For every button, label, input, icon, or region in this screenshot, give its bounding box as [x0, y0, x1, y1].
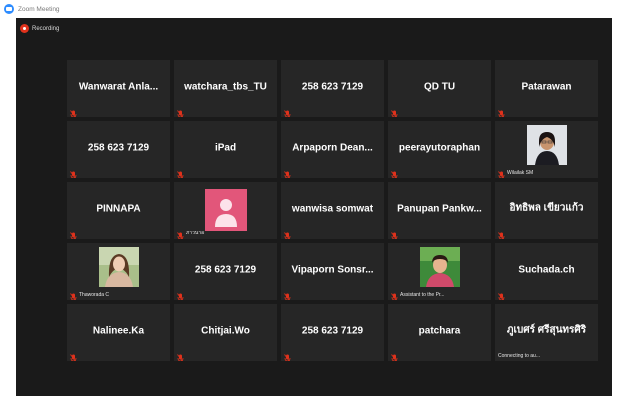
participant-tile[interactable]: ภูเบศร์ ศรีสุนทรศิริ Connecting to au...: [495, 304, 598, 361]
participant-name: 258 623 7129: [194, 263, 257, 275]
participant-tile[interactable]: 258 623 7129: [281, 60, 384, 117]
participant-name: Chitjai.Wo: [201, 324, 250, 336]
participant-name: peerayutoraphan: [398, 141, 481, 153]
participant-name: 258 623 7129: [301, 324, 364, 336]
recording-indicator[interactable]: Recording: [20, 24, 59, 33]
mic-muted-icon: [284, 106, 291, 117]
mic-muted-icon: [391, 167, 398, 178]
participant-name: patchara: [418, 324, 461, 336]
participant-tile[interactable]: QD TU: [388, 60, 491, 117]
participant-name: Arpaporn Dean...: [292, 141, 373, 153]
mic-muted-icon: [70, 106, 77, 117]
participant-name: ภูเบศร์ ศรีสุนทรศิริ: [506, 324, 587, 335]
participant-name: Vipaporn Sonsr...: [291, 263, 374, 275]
recording-label: Recording: [32, 25, 60, 32]
mic-muted-icon: [284, 167, 291, 178]
participant-tile[interactable]: PINNAPA: [67, 182, 170, 239]
mic-muted-icon: [177, 228, 184, 239]
participant-label: Wilailak SM: [507, 170, 534, 176]
participant-tile[interactable]: Nalinee.Ka: [67, 304, 170, 361]
mic-muted-icon: [284, 228, 291, 239]
gallery-grid: Wanwarat Anla... watchara_tbs_TU 258 623 7…: [67, 60, 598, 361]
participant-name: Panupan Pankw...: [397, 202, 482, 214]
participant-video: [526, 125, 567, 165]
mic-muted-icon: [498, 167, 505, 178]
participant-name: Patarawan: [521, 80, 572, 92]
window-title: Zoom Meeting: [18, 5, 60, 13]
mic-muted-icon: [498, 228, 505, 239]
participant-tile[interactable]: Vipaporn Sonsr...: [281, 243, 384, 300]
mic-muted-icon: [70, 289, 77, 300]
participant-name: watchara_tbs_TU: [184, 80, 267, 92]
mic-muted-icon: [177, 106, 184, 117]
mic-muted-icon: [284, 350, 291, 361]
participant-name: iPad: [214, 141, 237, 153]
participant-tile[interactable]: ภาวนาอ: [174, 182, 277, 239]
participant-tile[interactable]: Patarawan: [495, 60, 598, 117]
participant-label: Assistant to the Pr...: [400, 292, 445, 298]
participant-tile[interactable]: iPad: [174, 121, 277, 178]
participant-name: PINNAPA: [96, 202, 141, 214]
participant-tile[interactable]: Assistant to the Pr...: [388, 243, 491, 300]
participant-tile[interactable]: 258 623 7129: [174, 243, 277, 300]
mic-muted-icon: [391, 106, 398, 117]
recording-icon: [20, 24, 29, 33]
participant-name: wanwisa somwat: [291, 202, 374, 214]
mic-muted-icon: [391, 289, 398, 300]
mic-muted-icon: [70, 228, 77, 239]
participant-tile[interactable]: watchara_tbs_TU: [174, 60, 277, 117]
participant-tile[interactable]: Suchada.ch: [495, 243, 598, 300]
participant-name: Nalinee.Ka: [92, 324, 145, 336]
participant-tile[interactable]: wanwisa somwat: [281, 182, 384, 239]
participant-video: [98, 247, 139, 287]
participant-tile[interactable]: Wanwarat Anla...: [67, 60, 170, 117]
mic-muted-icon: [498, 106, 505, 117]
participant-name: 258 623 7129: [87, 141, 150, 153]
participant-tile[interactable]: Panupan Pankw...: [388, 182, 491, 239]
mic-muted-icon: [177, 289, 184, 300]
participant-tile[interactable]: Arpaporn Dean...: [281, 121, 384, 178]
window-titlebar: Zoom Meeting: [0, 0, 624, 18]
participant-name: 258 623 7129: [301, 80, 364, 92]
participant-name: Wanwarat Anla...: [78, 80, 159, 92]
participant-tile[interactable]: 258 623 7129: [281, 304, 384, 361]
participant-tile[interactable]: Wilailak SM: [495, 121, 598, 178]
mic-muted-icon: [284, 289, 291, 300]
participant-name: QD TU: [423, 80, 456, 92]
mic-muted-icon: [70, 350, 77, 361]
participant-name: Suchada.ch: [518, 263, 575, 275]
participant-name: อิทธิพล เขียวแก้ว: [509, 202, 584, 213]
participant-label: ภาวนาอ: [186, 230, 205, 236]
participant-label: Connecting to au...: [498, 353, 540, 359]
mic-muted-icon: [498, 289, 505, 300]
participant-tile[interactable]: อิทธิพล เขียวแก้ว: [495, 182, 598, 239]
participant-tile[interactable]: patchara: [388, 304, 491, 361]
participant-tile[interactable]: peerayutoraphan: [388, 121, 491, 178]
participant-label: Thaworada C: [79, 292, 110, 298]
mic-muted-icon: [177, 350, 184, 361]
zoom-app-icon: [4, 4, 14, 14]
participant-avatar: [205, 189, 247, 231]
mic-muted-icon: [70, 167, 77, 178]
participant-tile[interactable]: Thaworada C: [67, 243, 170, 300]
participant-tile[interactable]: 258 623 7129: [67, 121, 170, 178]
participant-video: [419, 247, 460, 287]
mic-muted-icon: [391, 228, 398, 239]
participant-tile[interactable]: Chitjai.Wo: [174, 304, 277, 361]
mic-muted-icon: [177, 167, 184, 178]
mic-muted-icon: [391, 350, 398, 361]
